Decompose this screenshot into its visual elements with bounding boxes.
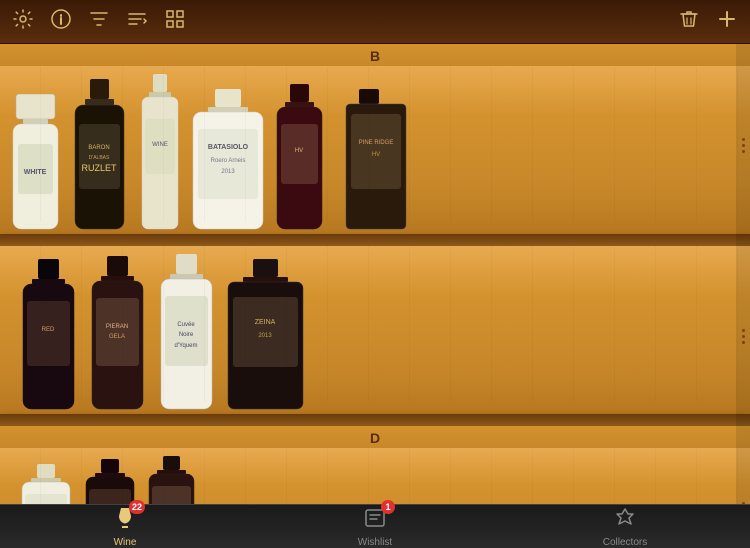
shelf-c: RED PIERAN GELA: [0, 246, 750, 426]
tab-wine-label: Wine: [114, 537, 137, 548]
svg-text:WHITE: WHITE: [24, 169, 47, 176]
svg-text:Roero Arneis: Roero Arneis: [211, 158, 246, 164]
add-icon[interactable]: [716, 8, 738, 35]
svg-text:GELA: GELA: [109, 334, 125, 340]
bottle-b1[interactable]: WHITE: [8, 94, 63, 234]
shelf-area: B WHITE BARON D: [0, 44, 750, 504]
bottle-c3[interactable]: Cuvée Noire d'Yquem: [154, 254, 219, 414]
shelf-d-indicator: [736, 426, 750, 504]
trash-icon[interactable]: [678, 8, 700, 35]
svg-text:PINE RIDGE: PINE RIDGE: [359, 140, 394, 146]
bottle-c4[interactable]: ZEINA 2013: [223, 259, 308, 414]
shelf-b: WHITE BARON D'ALBAS RUZLET: [0, 66, 750, 246]
shelf-c-wrapper: RED PIERAN GELA: [0, 246, 750, 426]
wishlist-badge: 1: [381, 500, 395, 514]
svg-text:RED: RED: [42, 327, 55, 333]
tab-wine-icon-area: 22: [113, 506, 137, 536]
svg-text:RUZLET: RUZLET: [81, 163, 117, 173]
bottle-d3[interactable]: BRUNELLO di Montalcino Rosso Pico: [144, 456, 199, 504]
tab-wishlist-label: Wishlist: [358, 537, 392, 548]
svg-text:D'ALBAS: D'ALBAS: [89, 155, 110, 161]
bottle-b4[interactable]: BATASIOLO Roero Arneis 2013: [188, 89, 268, 234]
sort-icon[interactable]: [126, 8, 148, 35]
svg-text:Noire: Noire: [179, 332, 194, 338]
settings-icon[interactable]: [12, 8, 34, 35]
bottle-b3[interactable]: WINE: [136, 74, 184, 234]
bottle-c1[interactable]: RED: [16, 259, 81, 414]
bottle-c2[interactable]: PIERAN GELA: [85, 256, 150, 414]
tab-collectors-label: Collectors: [603, 537, 647, 548]
svg-text:WINE: WINE: [152, 142, 168, 148]
svg-text:2013: 2013: [221, 169, 235, 175]
svg-text:BATASIOLO: BATASIOLO: [208, 144, 249, 151]
toolbar-right: [678, 8, 738, 35]
grid-icon[interactable]: [164, 8, 186, 35]
tab-wine[interactable]: 22 Wine: [0, 505, 250, 548]
tab-wishlist-icon-area: 1: [363, 506, 387, 536]
svg-text:Cuvée: Cuvée: [177, 322, 195, 328]
filter-icon[interactable]: [88, 8, 110, 35]
tab-collectors-icon-area: [613, 506, 637, 536]
bottle-b5[interactable]: HV: [272, 84, 327, 234]
shelf-b-wrapper: B WHITE BARON D: [0, 44, 750, 246]
tab-wishlist[interactable]: 1 Wishlist: [250, 505, 500, 548]
shelf-d-wrapper: D WHITE RED: [0, 426, 750, 504]
svg-text:2013: 2013: [258, 333, 272, 339]
bottle-b2[interactable]: BARON D'ALBAS RUZLET: [67, 79, 132, 234]
svg-text:HV: HV: [295, 148, 303, 154]
bottle-d2[interactable]: RED: [80, 459, 140, 504]
svg-text:BARON: BARON: [88, 145, 109, 151]
svg-text:ZEINA: ZEINA: [255, 319, 276, 326]
shelf-b-indicator: [736, 44, 750, 246]
bottle-d1[interactable]: WHITE: [16, 464, 76, 504]
tab-bar: 22 Wine 1 Wishlist Collectors: [0, 504, 750, 548]
svg-text:d'Yquem: d'Yquem: [175, 343, 198, 349]
shelf-b-label: B: [0, 44, 750, 66]
svg-text:HV: HV: [372, 152, 380, 158]
bottle-b6[interactable]: PINE RIDGE HV: [331, 89, 421, 234]
toolbar-left: [12, 8, 186, 35]
shelf-d-label: D: [0, 426, 750, 448]
svg-text:PIERAN: PIERAN: [106, 324, 128, 330]
shelf-c-indicator: [736, 246, 750, 426]
info-icon[interactable]: [50, 8, 72, 35]
tab-collectors[interactable]: Collectors: [500, 505, 750, 548]
shelf-d: WHITE RED BRUN: [0, 448, 750, 504]
wine-badge: 22: [129, 500, 145, 514]
toolbar: [0, 0, 750, 44]
collectors-icon: [613, 506, 637, 536]
